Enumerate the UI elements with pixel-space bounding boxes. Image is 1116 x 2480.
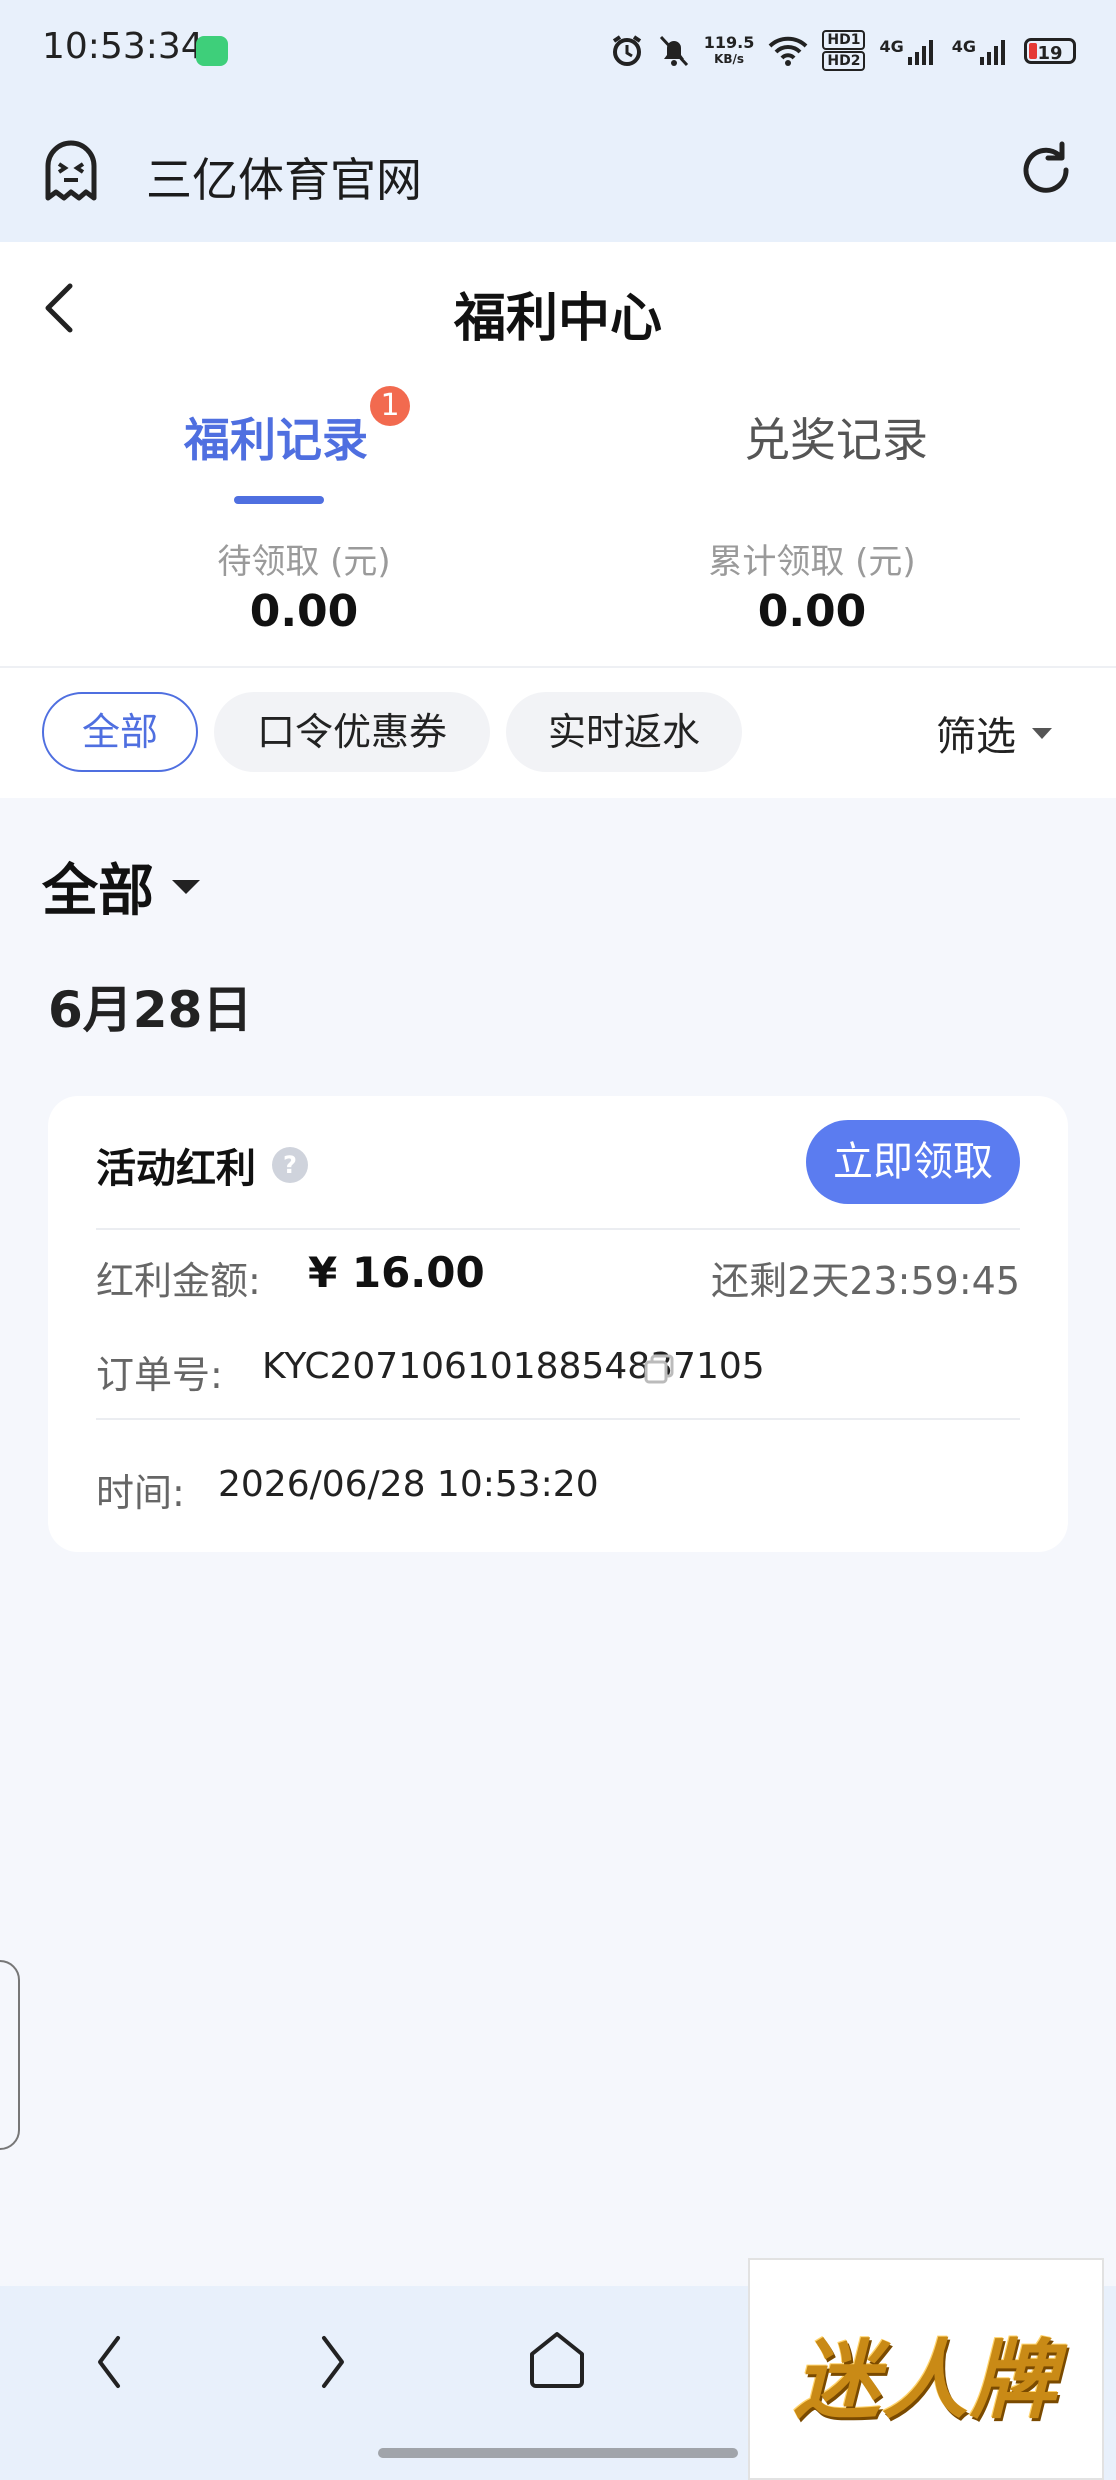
filter-dropdown-label: 筛选 [936, 714, 1016, 760]
total-claimed-label: 累计领取 (元) [708, 542, 916, 582]
home-indicator[interactable] [378, 2448, 738, 2458]
filter-chip-all[interactable]: 全部 [42, 692, 198, 772]
caret-down-icon [172, 879, 200, 894]
watermark-logo-text: 迷人牌 [794, 2331, 1058, 2431]
card-title-row: 活动红利 ? [96, 1136, 308, 1194]
wifi-icon [768, 36, 808, 66]
category-label: 全部 [42, 859, 154, 924]
tab-welfare-records[interactable]: 福利记录 [184, 404, 368, 470]
pending-value: 0.00 [249, 586, 359, 637]
status-icons: 119.5 KB/s HD1 HD2 4G 4G 19 [610, 30, 1076, 71]
mute-bell-icon [659, 35, 688, 66]
category-selector[interactable]: 全部 [42, 846, 200, 927]
card-title: 活动红利 [96, 1146, 256, 1192]
battery-icon: 19 [1024, 37, 1076, 64]
net-speed-unit: KB/s [714, 51, 745, 66]
alarm-icon [612, 34, 641, 66]
signal-1-icon: 4G [879, 37, 937, 65]
battery-fill [1029, 42, 1037, 59]
tab-badge: 1 [370, 386, 410, 426]
signal-1-label: 4G [879, 36, 904, 56]
date-heading: 6月28日 [48, 981, 253, 1039]
filter-chip-rebate[interactable]: 实时返水 [506, 692, 742, 772]
status-time: 10:53:34 [42, 26, 204, 67]
nav-back-icon[interactable] [90, 2332, 130, 2392]
total-claimed-value: 0.00 [757, 586, 867, 637]
ghost-icon[interactable] [40, 140, 102, 202]
nav-forward-icon[interactable] [312, 2332, 352, 2392]
active-tab-indicator [234, 496, 324, 504]
card-divider [96, 1228, 1020, 1230]
signal-2-label: 4G [951, 36, 976, 56]
reload-icon[interactable] [1016, 140, 1076, 200]
side-drawer-handle[interactable] [0, 1960, 20, 2150]
hd2-badge: HD2 [822, 51, 866, 71]
site-title: 三亿体育官网 [146, 153, 422, 207]
card-divider [96, 1418, 1020, 1420]
pending-label: 待领取 (元) [217, 542, 391, 582]
net-speed-value: 119.5 [703, 32, 755, 52]
order-number-value: KYC2071061018854837105 [262, 1346, 765, 1387]
help-icon[interactable]: ? [272, 1147, 308, 1183]
claim-button[interactable]: 立即领取 [806, 1120, 1020, 1204]
tab-redeem-records[interactable]: 兑奖记录 [744, 404, 928, 470]
bonus-amount-value: ¥ 16.00 [308, 1248, 485, 1297]
net-speed: 119.5 KB/s [703, 32, 755, 67]
bonus-amount-label: 红利金额: [96, 1259, 261, 1303]
order-number-label: 订单号: [96, 1353, 223, 1397]
time-label: 时间: [96, 1471, 185, 1515]
signal-2-icon: 4G [952, 37, 1010, 65]
filter-dropdown[interactable]: 筛选 [936, 704, 1052, 762]
battery-level: 19 [1037, 42, 1063, 64]
hd-badges: HD1 HD2 [822, 30, 866, 71]
remaining-time: 还剩2天23:59:45 [711, 1259, 1020, 1303]
time-value: 2026/06/28 10:53:20 [218, 1464, 599, 1505]
caret-down-icon [1032, 727, 1052, 739]
filter-chip-coupon[interactable]: 口令优惠券 [214, 692, 490, 772]
nav-home-icon[interactable] [524, 2326, 590, 2392]
hd1-badge: HD1 [822, 30, 866, 50]
page-title: 福利中心 [453, 289, 662, 349]
message-notification-icon [196, 36, 228, 66]
copy-icon[interactable] [642, 1352, 676, 1386]
